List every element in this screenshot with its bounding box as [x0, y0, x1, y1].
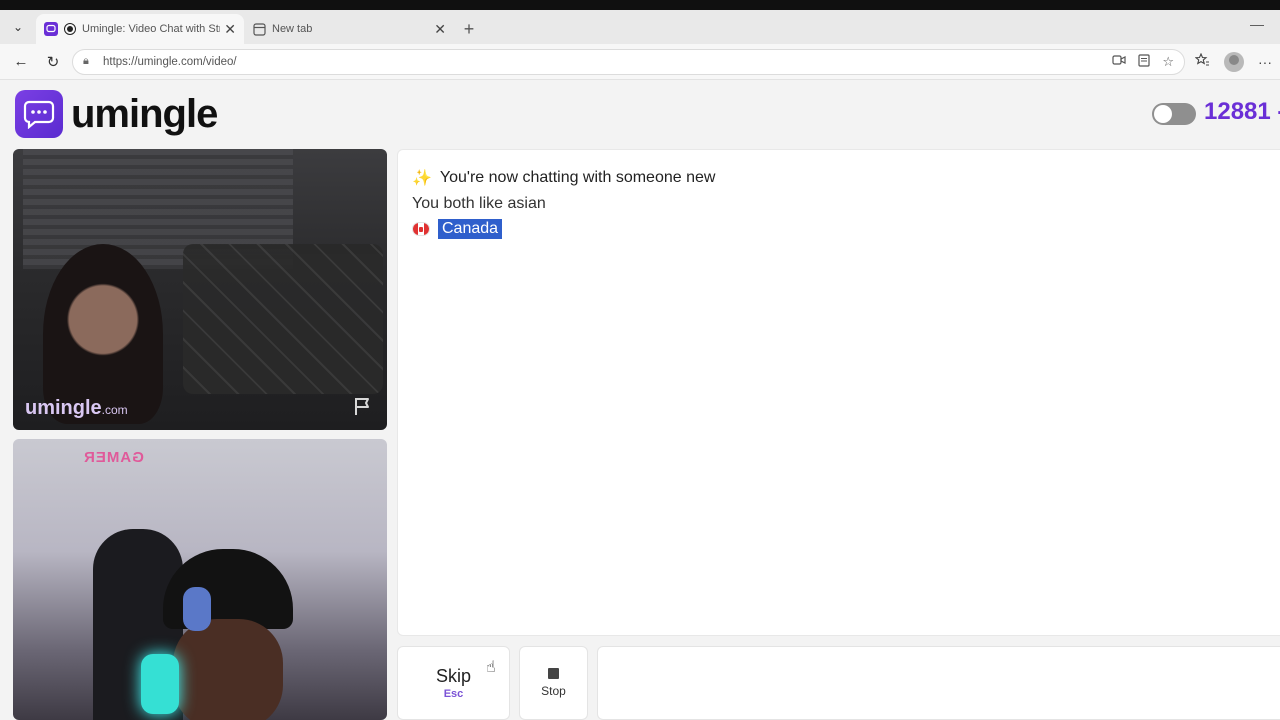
tab-title: New tab [272, 23, 313, 35]
stranger-video: umingle.com [13, 149, 387, 430]
url-text: https://umingle.com/video/ [103, 55, 237, 68]
umingle-favicon-icon [44, 22, 58, 36]
chat-common-interest: You both like asian [412, 195, 546, 212]
camera-icon[interactable] [1112, 54, 1126, 69]
skip-button[interactable]: Skip Esc ☝︎ [397, 646, 510, 720]
hand-cursor-icon: ☝︎ [486, 659, 496, 676]
online-user-count: 12881 - [1204, 98, 1280, 125]
headphones [183, 587, 211, 631]
tab-list-chevron-icon[interactable]: ⌄ [0, 10, 36, 44]
skip-shortcut: Esc [443, 688, 464, 700]
chat-country: Canada [412, 219, 503, 239]
browser-address-bar: ← ↻ 🔒︎ https://umingle.com/video/ ☆ ··· [0, 44, 1280, 80]
profile-avatar-icon[interactable] [1224, 51, 1244, 72]
tab-new-tab[interactable]: New tab ✕ [244, 14, 454, 44]
chat-controls: Skip Esc ☝︎ Stop [397, 646, 1280, 720]
tab-title: Umingle: Video Chat with Stra [82, 23, 221, 35]
umingle-logo-icon[interactable] [15, 90, 63, 138]
stop-label: Stop [541, 684, 566, 698]
refresh-icon[interactable]: ↻ [40, 49, 66, 75]
back-arrow-icon[interactable]: ← [8, 49, 34, 75]
window-minimize-icon[interactable]: — [1250, 16, 1264, 32]
glowing-device [141, 654, 179, 714]
chat-system-message: ✨ You're now chatting with someone new [412, 169, 716, 187]
new-tab-plus-icon[interactable]: + [454, 14, 484, 44]
skip-label: Skip [435, 666, 471, 686]
background-blanket [183, 244, 383, 394]
face [173, 619, 283, 720]
lock-icon: 🔒︎ [83, 55, 89, 67]
stop-icon [548, 668, 559, 679]
reader-mode-icon[interactable] [1138, 53, 1150, 70]
close-tab-icon[interactable]: ✕ [224, 21, 236, 38]
url-input[interactable]: 🔒︎ https://umingle.com/video/ ☆ [72, 48, 1185, 75]
self-video: GAMER [13, 439, 387, 720]
self-person [93, 519, 323, 720]
close-tab-icon[interactable]: ✕ [434, 21, 446, 38]
canada-flag-icon [412, 222, 430, 236]
stop-button[interactable]: Stop [519, 646, 588, 720]
recording-indicator-icon [64, 23, 76, 35]
chat-panel[interactable]: ✨ You're now chatting with someone new Y… [397, 149, 1280, 636]
neon-room-sign: GAMER [83, 449, 144, 466]
site-header: umingle 12881 - [0, 80, 1280, 148]
favorite-star-icon[interactable]: ☆ [1162, 54, 1174, 70]
site-logo-text[interactable]: umingle [71, 92, 218, 137]
umingle-page: umingle 12881 - umingle.com GAMER ✨ You'… [0, 80, 1280, 720]
favorites-list-icon[interactable] [1194, 52, 1210, 70]
theme-toggle[interactable] [1152, 103, 1196, 125]
video-watermark: umingle.com [25, 397, 128, 419]
screen-top-edge [0, 0, 1280, 10]
sparkle-icon: ✨ [412, 170, 432, 187]
tab-umingle[interactable]: Umingle: Video Chat with Stra ✕ [36, 14, 244, 44]
report-flag-icon[interactable] [353, 396, 375, 416]
message-input[interactable] [597, 646, 1280, 720]
country-name: Canada [438, 219, 503, 239]
browser-tab-bar: ⌄ Umingle: Video Chat with Stra ✕ New ta… [0, 10, 1280, 44]
new-tab-favicon-icon [252, 22, 266, 36]
more-options-icon[interactable]: ··· [1258, 54, 1272, 70]
